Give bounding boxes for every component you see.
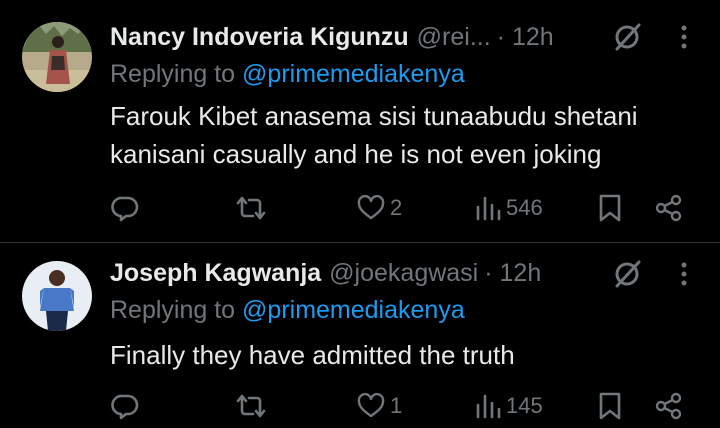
- repost-button[interactable]: [234, 391, 268, 421]
- repost-icon: [236, 196, 266, 220]
- user-handle[interactable]: @joekagwasi: [329, 259, 478, 288]
- like-count: 1: [390, 393, 403, 418]
- timestamp[interactable]: · 12h: [484, 259, 541, 288]
- avatar-image: [22, 22, 92, 92]
- reply-icon: [111, 196, 139, 222]
- user-handle[interactable]: @rei...: [417, 23, 491, 52]
- replying-prefix: Replying to: [110, 60, 243, 88]
- replying-to: Replying to @primemediakenya: [110, 296, 465, 325]
- replying-prefix: Replying to: [110, 296, 243, 324]
- share-icon: [655, 194, 682, 222]
- reply-item[interactable]: Nancy Indoveria Kigunzu @rei... · 12h Re…: [0, 0, 720, 242]
- views-icon: [476, 394, 501, 419]
- repost-icon: [236, 394, 266, 418]
- share-button[interactable]: [654, 391, 684, 421]
- reply-icon: [111, 394, 139, 420]
- replying-to: Replying to @primemediakenya: [110, 60, 465, 89]
- like-button[interactable]: 2: [356, 193, 402, 223]
- reply-item[interactable]: Joseph Kagwanja @joekagwasi · 12h Replyi…: [0, 243, 720, 428]
- more-icon[interactable]: [674, 259, 694, 289]
- avatar[interactable]: [22, 261, 92, 331]
- grok-icon[interactable]: [612, 259, 642, 289]
- share-icon: [655, 392, 682, 420]
- bookmark-button[interactable]: [598, 391, 622, 421]
- reply-text-line: Farouk Kibet anasema sisi tunaabudu shet…: [110, 101, 638, 131]
- mention-link[interactable]: @primemediakenya: [242, 60, 465, 88]
- like-icon: [357, 392, 385, 418]
- grok-icon[interactable]: [612, 22, 642, 52]
- share-button[interactable]: [654, 193, 684, 223]
- bookmark-button[interactable]: [598, 193, 622, 223]
- avatar-image: [22, 261, 92, 331]
- timestamp[interactable]: · 12h: [497, 23, 554, 52]
- display-name[interactable]: Joseph Kagwanja: [110, 259, 321, 288]
- reply-button[interactable]: [110, 193, 140, 223]
- bookmark-icon: [599, 194, 621, 222]
- display-name[interactable]: Nancy Indoveria Kigunzu: [110, 23, 409, 52]
- reply-text: Farouk Kibet anasema sisi tunaabudu shet…: [110, 97, 638, 173]
- reply-text-line: kanisani casually and he is not even jok…: [110, 139, 602, 169]
- like-count: 2: [390, 195, 403, 220]
- reply-header: Joseph Kagwanja @joekagwasi · 12h: [110, 256, 541, 290]
- views-button[interactable]: 546: [474, 193, 543, 223]
- reply-text: Finally they have admitted the truth: [110, 336, 515, 374]
- mention-link[interactable]: @primemediakenya: [242, 296, 465, 324]
- views-count: 145: [506, 393, 543, 418]
- more-icon[interactable]: [674, 22, 694, 52]
- reply-text-line: Finally they have admitted the truth: [110, 340, 515, 370]
- views-icon: [476, 196, 501, 221]
- like-icon: [357, 194, 385, 220]
- avatar[interactable]: [22, 22, 92, 92]
- repost-button[interactable]: [234, 193, 268, 223]
- bookmark-icon: [599, 392, 621, 420]
- views-button[interactable]: 145: [474, 391, 543, 421]
- like-button[interactable]: 1: [356, 391, 402, 421]
- reply-button[interactable]: [110, 391, 140, 421]
- views-count: 546: [506, 195, 543, 220]
- reply-header: Nancy Indoveria Kigunzu @rei... · 12h: [110, 20, 554, 54]
